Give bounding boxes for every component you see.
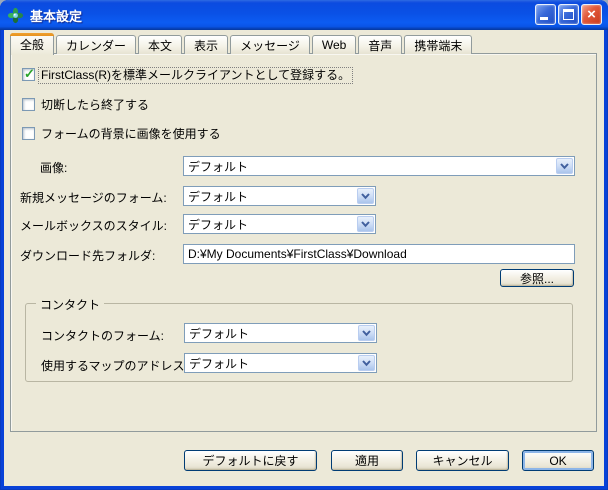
mailbox-style-value: デフォルト bbox=[184, 216, 356, 233]
checkbox-label-quit-on-disconnect[interactable]: 切断したら終了する bbox=[41, 98, 149, 113]
map-address-label: 使用するマップのアドレス: bbox=[41, 357, 188, 374]
tab-display[interactable]: 表示 bbox=[184, 35, 228, 54]
contact-form-label: コンタクトのフォーム: bbox=[41, 327, 164, 344]
checkbox-row-form-background-image: フォームの背景に画像を使用する bbox=[22, 127, 221, 142]
checkbox-form-background-image[interactable] bbox=[22, 127, 35, 140]
dialog-body: 全般 カレンダー 本文 表示 メッセージ Web 音声 携帯端末 ✓ First… bbox=[4, 30, 604, 486]
dropdown-arrow-icon[interactable] bbox=[357, 216, 374, 232]
tab-general[interactable]: 全般 bbox=[10, 33, 54, 55]
maximize-button[interactable] bbox=[558, 4, 579, 25]
tab-message[interactable]: メッセージ bbox=[230, 35, 310, 54]
settings-window: 基本設定 × 全般 カレンダー 本文 表示 メッセージ Web 音声 携帯端末 bbox=[0, 0, 608, 490]
checkbox-register-mail-client[interactable]: ✓ bbox=[22, 68, 35, 81]
contact-group-title: コンタクト bbox=[36, 296, 104, 313]
checkbox-row-quit-on-disconnect: 切断したら終了する bbox=[22, 98, 149, 113]
dropdown-arrow-icon[interactable] bbox=[556, 158, 573, 174]
image-field-label: 画像: bbox=[40, 159, 67, 176]
ok-button[interactable]: OK bbox=[522, 450, 594, 471]
tab-mobile[interactable]: 携帯端末 bbox=[404, 35, 472, 54]
minimize-button[interactable] bbox=[535, 4, 556, 25]
title-bar: 基本設定 × bbox=[0, 0, 608, 30]
new-message-form-label: 新規メッセージのフォーム: bbox=[20, 189, 167, 206]
tab-calendar[interactable]: カレンダー bbox=[56, 35, 136, 54]
dropdown-arrow-icon[interactable] bbox=[358, 355, 375, 371]
contact-form-value: デフォルト bbox=[185, 325, 357, 342]
image-combobox-value: デフォルト bbox=[184, 158, 555, 175]
checkbox-label-form-background-image[interactable]: フォームの背景に画像を使用する bbox=[41, 127, 221, 142]
tab-web[interactable]: Web bbox=[312, 35, 356, 54]
new-message-form-value: デフォルト bbox=[184, 188, 356, 205]
mailbox-style-combobox[interactable]: デフォルト bbox=[183, 214, 376, 234]
new-message-form-combobox[interactable]: デフォルト bbox=[183, 186, 376, 206]
download-folder-input[interactable]: D:¥My Documents¥FirstClass¥Download bbox=[183, 244, 575, 264]
image-combobox[interactable]: デフォルト bbox=[183, 156, 575, 176]
checkbox-quit-on-disconnect[interactable] bbox=[22, 98, 35, 111]
dropdown-arrow-icon[interactable] bbox=[357, 188, 374, 204]
close-button[interactable]: × bbox=[581, 4, 602, 25]
contact-group: コンタクト コンタクトのフォーム: デフォルト 使用するマップのアドレス: デフ… bbox=[25, 303, 573, 382]
restore-defaults-button[interactable]: デフォルトに戻す bbox=[184, 450, 317, 471]
dropdown-arrow-icon[interactable] bbox=[358, 325, 375, 341]
checkbox-label-register-mail-client[interactable]: FirstClass(R)を標準メールクライアントとして登録する。 bbox=[38, 67, 353, 84]
map-address-value: デフォルト bbox=[185, 355, 357, 372]
download-folder-label: ダウンロード先フォルダ: bbox=[20, 247, 155, 264]
window-title: 基本設定 bbox=[30, 6, 82, 25]
maximize-icon bbox=[563, 9, 574, 20]
map-address-combobox[interactable]: デフォルト bbox=[184, 353, 377, 373]
contact-form-combobox[interactable]: デフォルト bbox=[184, 323, 377, 343]
close-icon: × bbox=[582, 5, 601, 24]
check-icon: ✓ bbox=[24, 67, 35, 81]
apply-button[interactable]: 適用 bbox=[331, 450, 403, 471]
browse-button[interactable]: 参照... bbox=[500, 269, 574, 287]
tab-body[interactable]: 本文 bbox=[138, 35, 182, 54]
checkbox-row-register-mail-client: ✓ FirstClass(R)を標準メールクライアントとして登録する。 bbox=[22, 68, 353, 84]
tab-voice[interactable]: 音声 bbox=[358, 35, 402, 54]
app-icon bbox=[7, 7, 24, 24]
minimize-icon bbox=[540, 17, 548, 20]
cancel-button[interactable]: キャンセル bbox=[416, 450, 509, 471]
mailbox-style-label: メールボックスのスタイル: bbox=[20, 217, 167, 234]
tab-strip: 全般 カレンダー 本文 表示 メッセージ Web 音声 携帯端末 bbox=[10, 32, 472, 54]
